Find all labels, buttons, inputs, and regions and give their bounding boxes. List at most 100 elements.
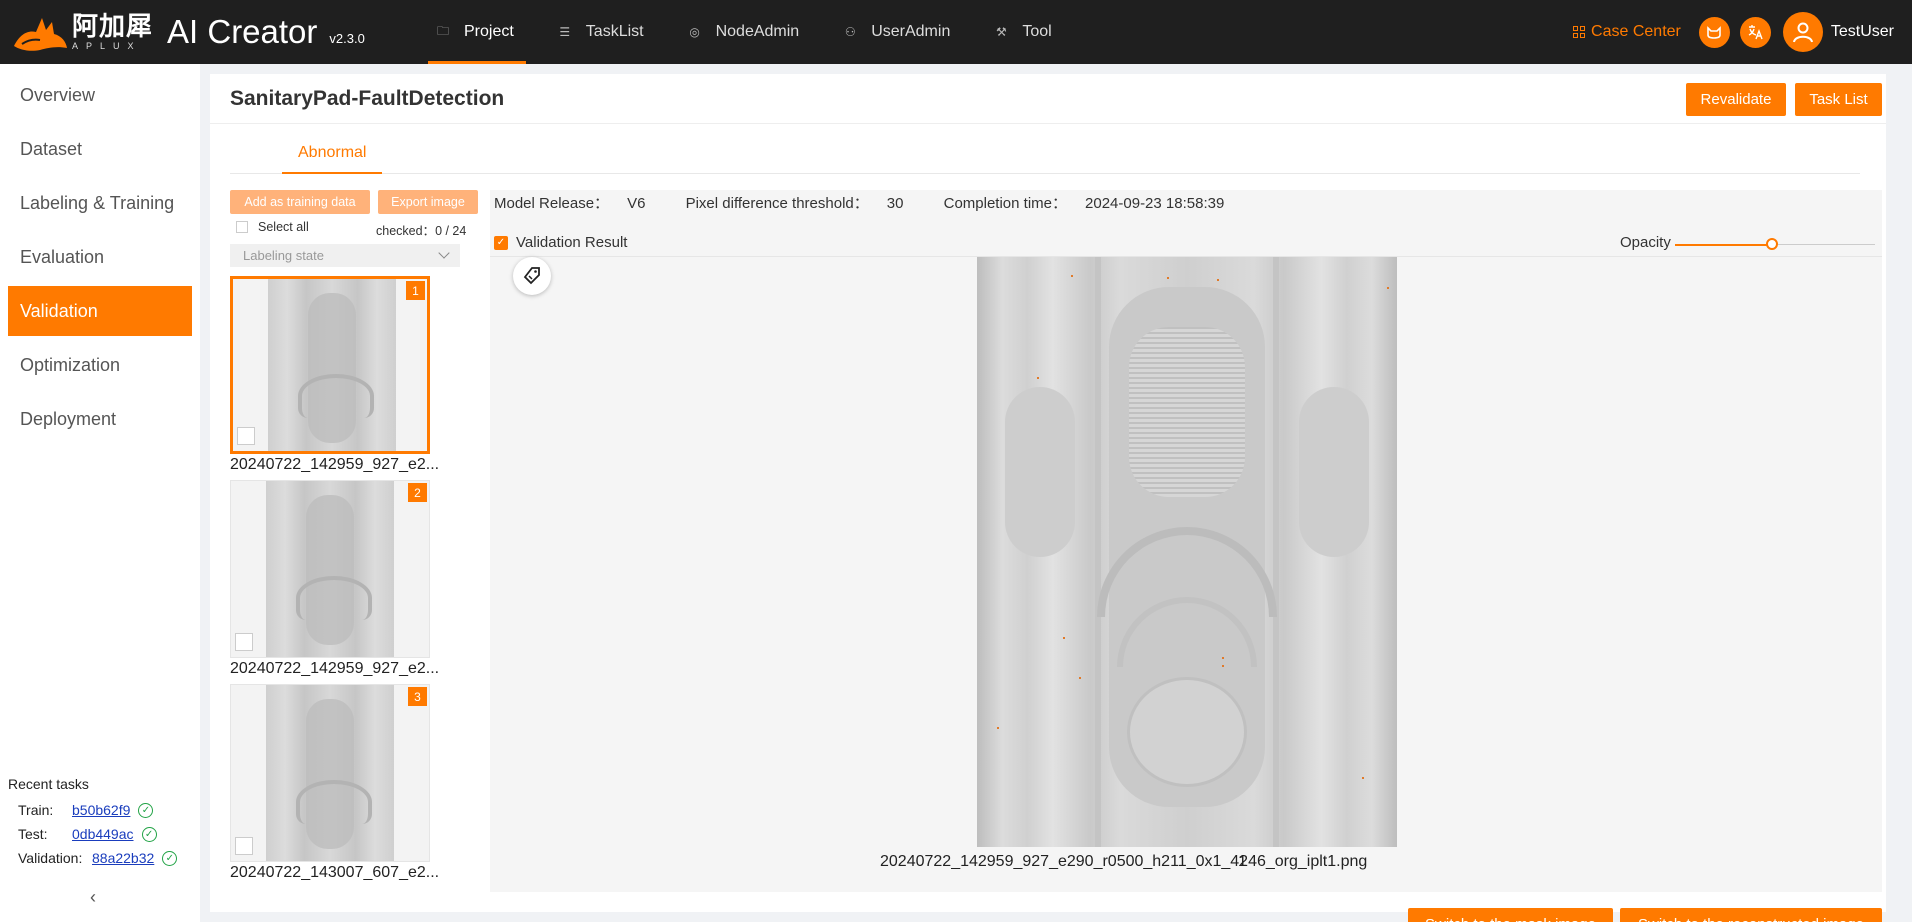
sidebar-item-evaluation[interactable]: Evaluation	[8, 232, 192, 282]
thumbnail-image	[268, 279, 396, 451]
main-panel: SanitaryPad-FaultDetection Revalidate Ta…	[210, 74, 1886, 912]
sidebar-item-label: Overview	[20, 84, 96, 105]
validation-info: Model Release： V6 Pixel difference thresh…	[494, 192, 1260, 213]
sidebar-item-optimization[interactable]: Optimization	[8, 340, 192, 390]
recent-task-link[interactable]: 88a22b32	[92, 850, 154, 866]
labeling-state-select[interactable]: Labeling state	[230, 244, 460, 267]
tab-bar: Abnormal	[230, 134, 1860, 174]
wrench-icon: ⚒	[995, 25, 1007, 39]
nav-nodeadmin[interactable]: ◎ NodeAdmin	[668, 0, 824, 64]
opacity-slider-rest[interactable]	[1775, 244, 1875, 245]
username[interactable]: TestUser	[1831, 23, 1894, 41]
sidebar-item-deployment[interactable]: Deployment	[8, 394, 192, 444]
checkbox[interactable]	[236, 221, 248, 233]
nav-tasklist[interactable]: ☰ TaskList	[538, 0, 668, 64]
folder-icon: 🗀	[436, 23, 449, 38]
cat-icon[interactable]	[1698, 16, 1730, 48]
completion-time: Completion time： 2024-09-23 18:58:39	[944, 195, 1243, 212]
sidebar-item-label: Labeling & Training	[20, 192, 175, 213]
grid-icon	[1573, 26, 1586, 38]
select-all-checkbox[interactable]: Select all	[236, 220, 309, 234]
case-center-link[interactable]: Case Center	[1573, 23, 1681, 41]
opacity-slider-handle[interactable]	[1766, 238, 1778, 250]
checked-label: checked：	[376, 224, 436, 238]
translate-icon[interactable]	[1739, 16, 1771, 48]
thumbnail-name: 20240722_143007_607_e2...	[230, 864, 440, 881]
select-all-label: Select all	[258, 220, 309, 234]
thumbnail-checkbox[interactable]	[235, 633, 253, 651]
thumbnail-index-badge: 1	[406, 281, 425, 300]
recent-task-label: Validation:	[18, 850, 83, 866]
pixel-threshold: Pixel difference threshold： 30	[686, 195, 922, 212]
fox-logo-icon	[14, 18, 67, 51]
main-nav: 🗀 Project ☰ TaskList ◎ NodeAdmin ⚇ UserA…	[416, 0, 1076, 64]
recent-tasks-title: Recent tasks	[8, 776, 89, 792]
sidebar-item-label: Evaluation	[20, 246, 105, 267]
recent-task-link[interactable]: b50b62f9	[72, 802, 130, 818]
recent-task-link[interactable]: 0db449ac	[72, 826, 134, 842]
recent-task-label: Train:	[18, 802, 54, 818]
model-release: Model Release： V6	[494, 195, 663, 212]
thumbnail-item[interactable]: 1	[230, 276, 430, 454]
nav-useradmin[interactable]: ⚇ UserAdmin	[823, 0, 974, 64]
thumbnail-image	[266, 685, 394, 861]
tag-icon[interactable]	[513, 257, 551, 295]
export-image-button[interactable]: Export image	[378, 190, 478, 214]
recent-tasks: Recent tasks Train: b50b62f9 ✓ Test: 0db…	[8, 776, 198, 870]
switch-mask-button[interactable]: Switch to the mask image	[1408, 908, 1613, 922]
checked-value: 0 / 24	[435, 224, 467, 238]
add-training-data-button[interactable]: Add as training data	[230, 190, 370, 214]
image-index: 1	[1238, 853, 1247, 870]
page-header: SanitaryPad-FaultDetection Revalidate Ta…	[210, 74, 1886, 124]
thumbnail-checkbox[interactable]	[237, 427, 255, 445]
avatar[interactable]	[1782, 12, 1823, 52]
logo-en-text: APLUX	[72, 40, 142, 51]
sidebar-item-label: Dataset	[20, 138, 83, 159]
completion-time-value: 2024-09-23 18:58:39	[1085, 195, 1225, 212]
thumbnail-checkbox[interactable]	[235, 837, 253, 855]
thumbnail-index-badge: 3	[408, 687, 427, 706]
sidebar-item-dataset[interactable]: Dataset	[8, 124, 192, 174]
list-icon: ☰	[559, 25, 571, 39]
case-center-label: Case Center	[1591, 23, 1681, 40]
collapse-sidebar-icon[interactable]: ‹	[90, 887, 96, 908]
chevron-down-icon	[438, 247, 450, 259]
model-release-value: V6	[627, 195, 646, 212]
thumbnail-name: 20240722_142959_927_e2...	[230, 456, 440, 473]
recent-task-label: Test:	[18, 826, 48, 842]
nav-project[interactable]: 🗀 Project	[416, 0, 538, 64]
thumbnail-image	[266, 481, 394, 657]
switch-reconstructed-button[interactable]: Switch to the reconstructed image	[1620, 908, 1882, 922]
checkbox-checked-icon[interactable]: ✓	[494, 235, 508, 250]
revalidate-button[interactable]: Revalidate	[1686, 83, 1786, 116]
logo-cn-text: 阿加犀	[72, 11, 154, 42]
task-list-button[interactable]: Task List	[1795, 83, 1882, 116]
tab-abnormal[interactable]: Abnormal	[282, 134, 383, 174]
image-canvas[interactable]: 20240722_142959_927_e290_r0500_h211_0x1_…	[490, 256, 1882, 892]
validation-result-label: Validation Result	[516, 234, 628, 251]
check-circle-icon: ✓	[162, 850, 178, 866]
opacity-slider-track[interactable]	[1675, 244, 1775, 246]
sidebar-item-labeling-training[interactable]: Labeling & Training	[8, 178, 192, 228]
image-viewer: Model Release： V6 Pixel difference thresh…	[490, 190, 1882, 892]
thumbnail-item[interactable]: 3	[230, 684, 430, 862]
check-circle-icon: ✓	[138, 802, 154, 818]
header-actions: Case Center TestUser	[1573, 0, 1894, 64]
nav-tool[interactable]: ⚒ Tool	[974, 0, 1075, 64]
thumbnail-list: 1 20240722_142959_927_e2... 2 20240722_1…	[230, 276, 460, 894]
recent-task-row: Validation: 88a22b32 ✓	[8, 846, 198, 870]
check-circle-icon: ✓	[141, 826, 157, 842]
validation-result-checkbox[interactable]: ✓ Validation Result	[494, 234, 627, 251]
nav-project-label: Project	[464, 23, 514, 40]
logo[interactable]: 阿加犀 APLUX AI Creator v2.3.0	[12, 12, 402, 52]
completion-time-label: Completion time：	[943, 195, 1068, 212]
sidebar-item-validation[interactable]: Validation	[8, 286, 192, 336]
pixel-threshold-label: Pixel difference threshold：	[685, 195, 869, 212]
sidebar-item-label: Optimization	[20, 354, 121, 375]
sidebar-item-overview[interactable]: Overview	[8, 70, 192, 120]
thumbnail-name: 20240722_142959_927_e2...	[230, 660, 440, 677]
labeling-state-placeholder: Labeling state	[243, 248, 324, 263]
checked-count: checked：0 / 24	[376, 220, 466, 239]
nav-nodeadmin-label: NodeAdmin	[715, 23, 800, 40]
thumbnail-item[interactable]: 2	[230, 480, 430, 658]
